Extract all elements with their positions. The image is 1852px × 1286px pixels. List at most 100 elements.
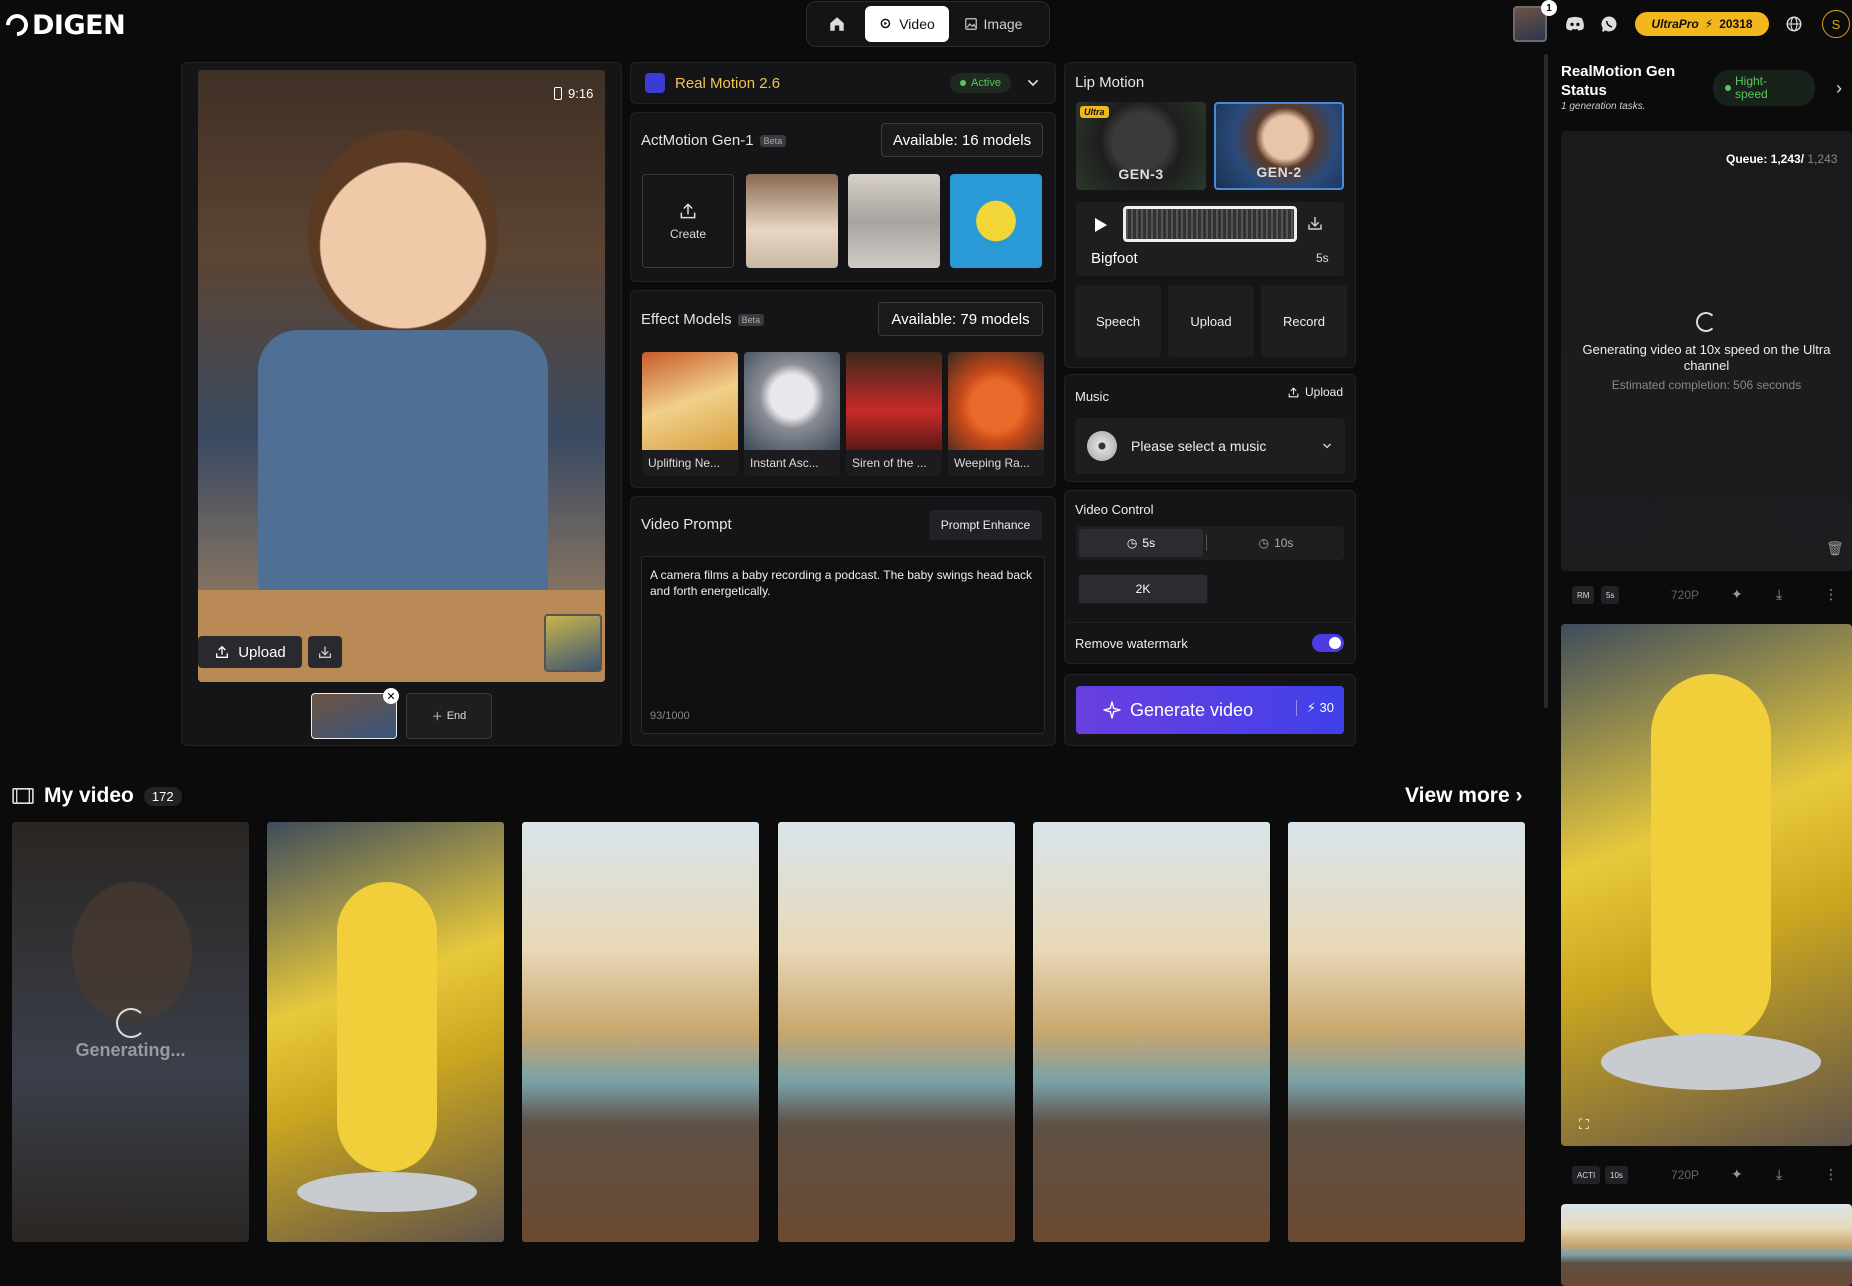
speed-badge: Hight-speed [1713, 70, 1815, 106]
enhance-sparkle-icon[interactable]: ✦ [1731, 586, 1743, 603]
prompt-text: A camera films a baby recording a podcas… [650, 568, 1032, 598]
download-preview-button[interactable] [308, 636, 342, 668]
task-resolution[interactable]: 720P [1671, 1168, 1699, 1182]
music-title: Music [1075, 389, 1109, 404]
generate-video-button[interactable]: Generate video ⚡ 30 [1076, 686, 1344, 734]
preview-jacket [258, 330, 548, 590]
nav-video-tab[interactable]: Video [865, 6, 949, 42]
discord-icon[interactable] [1564, 13, 1586, 35]
speech-button[interactable]: Speech [1075, 285, 1161, 357]
actmotion-available[interactable]: Available: 16 models [881, 123, 1043, 157]
actmotion-model-2[interactable] [848, 174, 940, 268]
task-resolution[interactable]: 720P [1671, 588, 1699, 602]
delete-task-icon[interactable]: 🗑 [1826, 540, 1844, 557]
status-badge: Active [950, 73, 1011, 93]
duration-5s-option[interactable]: ◷ 5s [1079, 529, 1203, 557]
effect-model-1[interactable]: Uplifting Ne... [642, 352, 738, 476]
video-card-banana[interactable] [267, 822, 504, 1242]
status-title: RealMotion Gen Status [1561, 63, 1676, 99]
digen-logo[interactable]: DIGEN [1, 8, 126, 42]
remove-frame-icon[interactable]: ✕ [383, 688, 399, 704]
loading-spinner-icon [116, 1008, 146, 1038]
download-icon[interactable]: ⤓ [1776, 586, 1782, 603]
preview-image [198, 70, 605, 682]
more-options-icon[interactable]: ⋮ [1824, 586, 1838, 603]
scrollbar[interactable] [1544, 54, 1548, 708]
effect-model-3[interactable]: Siren of the ... [846, 352, 942, 476]
upload-audio-button[interactable]: Upload [1168, 285, 1254, 357]
plan-label: UltraPro [1651, 17, 1699, 31]
remove-watermark-label: Remove watermark [1075, 636, 1188, 651]
model-name: Real Motion 2.6 [675, 74, 781, 92]
remove-watermark-toggle[interactable] [1312, 634, 1344, 652]
end-frame-button[interactable]: ＋ End [406, 693, 492, 739]
resolution-2k-option[interactable]: 2K [1078, 574, 1208, 604]
play-button[interactable] [1088, 212, 1114, 238]
video-control-title: Video Control [1075, 502, 1154, 517]
track-name: Bigfoot [1091, 250, 1138, 267]
music-upload-button[interactable]: Upload [1287, 385, 1343, 399]
gen3-option[interactable]: Ultra GEN-3 [1076, 102, 1206, 190]
video-prompt-textarea[interactable]: A camera films a baby recording a podcas… [641, 556, 1045, 734]
create-label: Create [669, 227, 707, 241]
nav-image-label: Image [983, 16, 1023, 32]
create-actmotion-button[interactable]: Create [642, 174, 734, 268]
generate-video-label: Generate video [1130, 699, 1254, 720]
reference-mini-thumb[interactable] [544, 614, 602, 672]
status-subtitle: 1 generation tasks. [1561, 101, 1646, 112]
effect-models-title: Effect Models Beta [641, 311, 765, 328]
enhance-sparkle-icon[interactable]: ✦ [1731, 1166, 1743, 1183]
banana-stand [297, 1172, 477, 1212]
download-icon [1308, 217, 1322, 230]
video-card-desert-4[interactable] [1288, 822, 1525, 1242]
completed-video-desert[interactable] [1561, 1204, 1852, 1286]
more-options-icon[interactable]: ⋮ [1824, 1166, 1838, 1183]
upload-image-button[interactable]: Upload [198, 636, 302, 668]
audio-waveform-trim[interactable] [1123, 206, 1297, 242]
nav-image-tab[interactable]: Image [953, 6, 1033, 42]
effect-model-2[interactable]: Instant Asc... [744, 352, 840, 476]
video-card-desert-1[interactable] [522, 822, 759, 1242]
task-duration-tag: 10s [1605, 1166, 1628, 1184]
completed-video-banana[interactable]: ⛶ [1561, 624, 1852, 1146]
download-icon[interactable]: ⤓ [1776, 1166, 1782, 1183]
download-icon [319, 646, 331, 658]
prompt-enhance-button[interactable]: Prompt Enhance [929, 510, 1042, 540]
effect-model-4[interactable]: Weeping Ra... [948, 352, 1044, 476]
actmotion-model-1[interactable] [746, 174, 838, 268]
nav-home-button[interactable] [813, 6, 861, 42]
actmotion-model-3[interactable] [950, 174, 1042, 268]
whatsapp-icon[interactable] [1598, 13, 1620, 35]
model-selector[interactable]: Real Motion 2.6 Active [630, 62, 1056, 104]
view-more-link[interactable]: View more › [1405, 784, 1523, 808]
record-button[interactable]: Record [1261, 285, 1347, 357]
globe-icon[interactable] [1783, 13, 1805, 35]
video-card-desert-2[interactable] [778, 822, 1015, 1242]
duration-10s-option[interactable]: ◷ 10s [1214, 529, 1338, 557]
music-upload-label: Upload [1305, 385, 1344, 399]
video-card-desert-3[interactable] [1033, 822, 1270, 1242]
phone-icon [554, 87, 562, 100]
collapse-panel-icon[interactable]: › [1836, 78, 1842, 99]
music-select[interactable]: Please select a music [1075, 418, 1345, 474]
download-audio-button[interactable] [1306, 214, 1324, 237]
generating-label: Generating... [75, 1040, 186, 1060]
generation-estimate: Estimated completion: 506 seconds [1611, 378, 1802, 392]
video-prompt-title: Video Prompt [641, 516, 732, 533]
fullscreen-icon[interactable]: ⛶ [1579, 1116, 1589, 1133]
effect-label: Instant Asc... [750, 456, 819, 470]
upload-icon [680, 203, 696, 219]
effect-models-title-text: Effect Models [641, 311, 732, 328]
plan-credits-pill[interactable]: UltraPro ⚡ 20318 [1635, 12, 1769, 36]
clock-icon: ◷ [1126, 536, 1138, 550]
user-avatar[interactable]: S [1822, 10, 1850, 38]
effect-models-available[interactable]: Available: 79 models [878, 302, 1043, 336]
upload-icon [216, 645, 229, 658]
aspect-ratio-indicator[interactable]: 9:16 [554, 86, 593, 101]
main-nav: Video Image [806, 1, 1050, 47]
gen2-option[interactable]: GEN-2 [1214, 102, 1344, 190]
plus-icon: ＋ [431, 711, 443, 723]
end-frame-label: End [446, 710, 467, 722]
video-card-generating[interactable]: Generating... [12, 822, 249, 1242]
loading-spinner-icon [1696, 312, 1716, 332]
